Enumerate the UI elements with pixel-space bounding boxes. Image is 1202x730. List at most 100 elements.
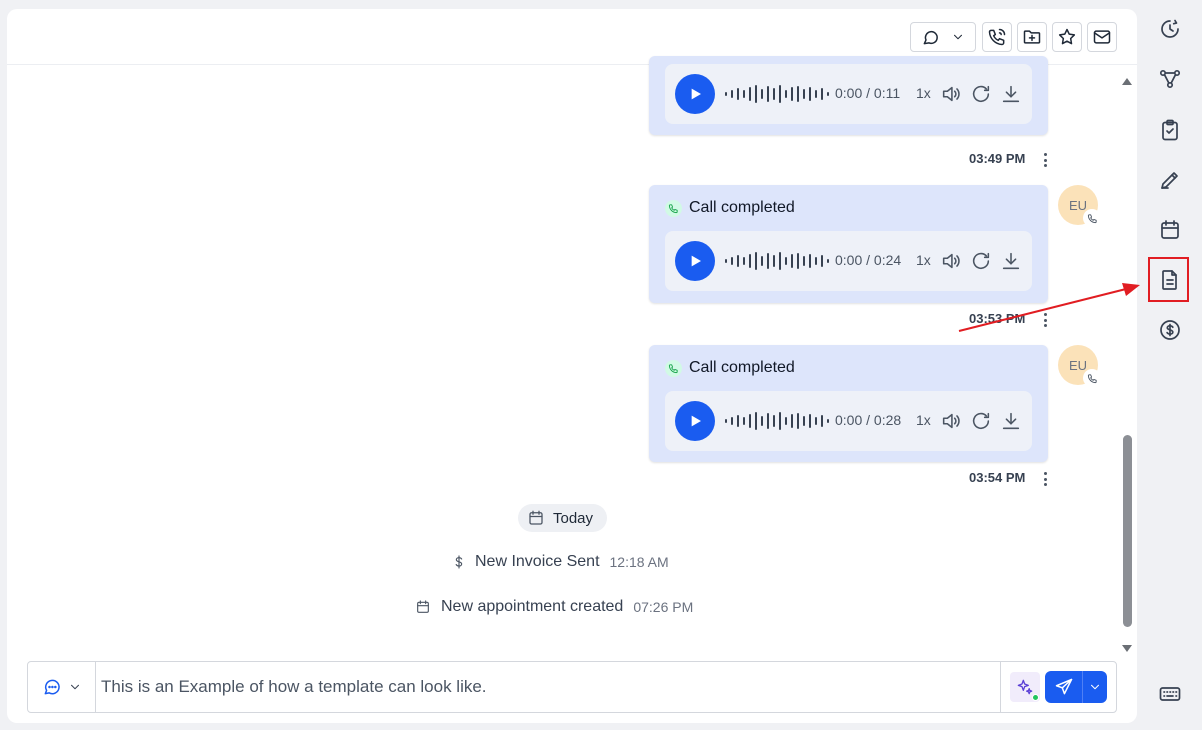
phone-call-icon xyxy=(988,28,1006,46)
waveform-bar xyxy=(803,89,805,99)
scroll-down-arrow[interactable] xyxy=(1120,644,1134,654)
play-button[interactable] xyxy=(675,74,715,114)
scroll-up-arrow[interactable] xyxy=(1120,76,1134,86)
waveform-bar xyxy=(731,257,733,265)
rail-history-button[interactable] xyxy=(1156,15,1184,43)
chat-bubble-icon xyxy=(923,30,938,45)
sparkles-icon xyxy=(1017,679,1033,695)
rail-payments-button[interactable] xyxy=(1156,316,1184,344)
add-to-folder-button[interactable] xyxy=(1017,22,1047,52)
waveform-bar xyxy=(749,87,751,101)
avatar-initials: EU xyxy=(1068,197,1088,213)
date-divider-label: Today xyxy=(553,509,594,527)
activity-event-text: New Invoice Sent xyxy=(475,553,600,570)
scrollbar-thumb[interactable] xyxy=(1123,435,1132,627)
waveform-bar xyxy=(737,88,739,100)
waveform-bar xyxy=(791,87,793,101)
call-status: Call completed xyxy=(665,359,795,377)
message-options-button[interactable] xyxy=(1043,313,1047,327)
waveform-bar xyxy=(809,87,811,101)
rail-workflow-button[interactable] xyxy=(1156,65,1184,93)
download-button[interactable] xyxy=(1000,410,1022,432)
play-icon xyxy=(691,255,701,267)
playback-speed-button[interactable]: 1x xyxy=(916,412,931,428)
call-status: Call completed xyxy=(665,199,795,217)
message-options-button[interactable] xyxy=(1043,472,1047,486)
waveform xyxy=(725,84,829,104)
waveform-bar xyxy=(755,252,757,270)
replay-icon xyxy=(972,412,990,430)
playback-speed-button[interactable]: 1x xyxy=(916,252,931,268)
waveform-bar xyxy=(761,416,763,426)
call-message-bubble: Call completed 0:00 / 0:28 1x xyxy=(649,345,1048,462)
play-button[interactable] xyxy=(675,241,715,281)
star-button[interactable] xyxy=(1052,22,1082,52)
waveform xyxy=(725,251,829,271)
activity-event: New Invoice Sent 12:18 AM xyxy=(451,553,669,571)
message-input[interactable] xyxy=(98,662,1000,712)
play-icon xyxy=(691,415,701,427)
call-button[interactable] xyxy=(982,22,1012,52)
keyboard-icon xyxy=(1159,687,1181,701)
pen-icon xyxy=(1161,172,1178,189)
volume-button[interactable] xyxy=(940,83,962,105)
replay-icon xyxy=(972,252,990,270)
message-options-button[interactable] xyxy=(1043,153,1047,167)
channel-select-button[interactable] xyxy=(910,22,976,52)
dollar-icon xyxy=(455,555,463,569)
waveform-bar xyxy=(797,86,799,102)
volume-button[interactable] xyxy=(940,410,962,432)
waveform-bar xyxy=(791,414,793,428)
waveform-bar xyxy=(827,259,829,263)
activity-event-text: New appointment created xyxy=(441,598,624,615)
date-divider: Today xyxy=(518,504,607,532)
download-icon xyxy=(1002,412,1020,430)
audio-player: 0:00 / 0:28 1x xyxy=(665,391,1032,451)
download-icon xyxy=(1002,85,1020,103)
message-type-select[interactable] xyxy=(28,662,96,712)
waveform-bar xyxy=(821,88,823,100)
playback-speed-button[interactable]: 1x xyxy=(916,85,931,101)
email-button[interactable] xyxy=(1087,22,1117,52)
star-icon xyxy=(1058,28,1076,45)
rail-tasks-button[interactable] xyxy=(1156,116,1184,144)
download-button[interactable] xyxy=(1000,250,1022,272)
waveform-bar xyxy=(809,254,811,268)
send-icon xyxy=(1055,678,1072,695)
waveform-bar xyxy=(797,413,799,429)
folder-plus-icon xyxy=(1023,30,1041,44)
call-completed-icon xyxy=(665,199,682,217)
waveform-bar xyxy=(821,415,823,427)
activity-event-time: 07:26 PM xyxy=(633,599,694,615)
waveform-bar xyxy=(737,415,739,427)
avatar[interactable]: EU xyxy=(1058,185,1101,227)
keyboard-shortcuts-button[interactable] xyxy=(1156,680,1184,708)
call-status-text: Call completed xyxy=(689,199,795,216)
waveform-bar xyxy=(749,254,751,268)
replay-button[interactable] xyxy=(970,250,992,272)
message-feed: 0:00 / 0:11 1x 03:49 PM Call completed 0… xyxy=(7,56,1137,656)
waveform-bar xyxy=(815,90,817,98)
replay-button[interactable] xyxy=(970,410,992,432)
send-button[interactable] xyxy=(1045,671,1083,703)
waveform-bar xyxy=(827,92,829,96)
rail-notes-button[interactable] xyxy=(1156,166,1184,194)
play-button[interactable] xyxy=(675,401,715,441)
avatar[interactable]: EU xyxy=(1058,345,1101,387)
message-timestamp: 03:54 PM xyxy=(969,470,1026,485)
ai-assist-button[interactable] xyxy=(1010,672,1040,702)
send-options-button[interactable] xyxy=(1083,671,1107,703)
waveform-bar xyxy=(815,417,817,425)
download-icon xyxy=(1002,252,1020,270)
waveform-bar xyxy=(827,419,829,423)
replay-button[interactable] xyxy=(970,83,992,105)
rail-appointments-button[interactable] xyxy=(1156,216,1184,244)
waveform-bar xyxy=(731,417,733,425)
download-button[interactable] xyxy=(1000,83,1022,105)
avatar-initials: EU xyxy=(1068,357,1088,373)
play-icon xyxy=(691,88,701,100)
highlight-box xyxy=(1148,257,1189,302)
waveform-bar xyxy=(755,412,757,430)
waveform-bar xyxy=(761,89,763,99)
volume-button[interactable] xyxy=(940,250,962,272)
